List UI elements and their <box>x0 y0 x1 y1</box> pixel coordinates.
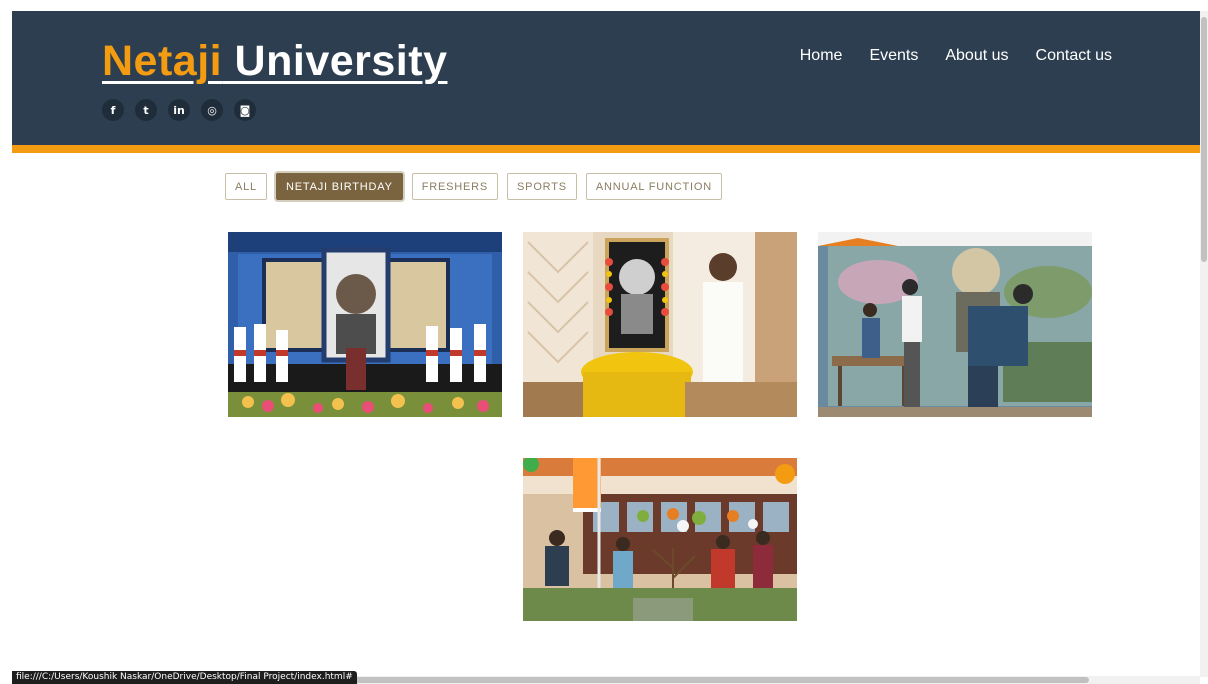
browser-status-url: file:///C:/Users/Koushik Naskar/OneDrive… <box>12 671 357 684</box>
main-nav: Home Events About us Contact us <box>800 47 1112 65</box>
nav-events[interactable]: Events <box>869 47 918 65</box>
filter-freshers[interactable]: FRESHERS <box>411 173 499 200</box>
window-top-edge <box>0 0 1208 11</box>
page-viewport: Netaji University f t in ◎ ◙ Home Events… <box>12 11 1200 679</box>
nav-about[interactable]: About us <box>945 47 1008 65</box>
gallery-filters: ALL NETAJI BIRTHDAY FRESHERS SPORTS ANNU… <box>225 173 722 200</box>
gallery-photo-portrait-tribute[interactable] <box>523 232 797 417</box>
header-accent-bar <box>12 145 1200 153</box>
gallery-photo-flag-hoisting[interactable] <box>523 458 797 621</box>
whatsapp-icon[interactable]: ◎ <box>201 99 223 121</box>
linkedin-icon[interactable]: in <box>168 99 190 121</box>
facebook-icon[interactable]: f <box>102 99 124 121</box>
logo-part2: University <box>222 37 448 85</box>
logo-part1: Netaji <box>102 37 223 85</box>
site-header: Netaji University f t in ◎ ◙ Home Events… <box>12 11 1200 145</box>
social-links: f t in ◎ ◙ <box>102 99 256 121</box>
filter-all[interactable]: ALL <box>225 173 267 200</box>
filter-sports[interactable]: SPORTS <box>507 173 577 200</box>
instagram-icon[interactable]: ◙ <box>234 99 256 121</box>
site-logo[interactable]: Netaji University <box>102 37 447 86</box>
filter-annual-function[interactable]: ANNUAL FUNCTION <box>585 173 722 200</box>
twitter-icon[interactable]: t <box>135 99 157 121</box>
gallery-photo-stage-performance[interactable] <box>228 232 502 417</box>
vertical-scroll-thumb[interactable] <box>1201 17 1207 262</box>
filter-netaji-birthday[interactable]: NETAJI BIRTHDAY <box>275 173 403 200</box>
vertical-scrollbar[interactable] <box>1200 11 1208 677</box>
nav-home[interactable]: Home <box>800 47 843 65</box>
gallery-photo-mural-painting[interactable] <box>818 232 1092 417</box>
nav-contact[interactable]: Contact us <box>1036 47 1112 65</box>
